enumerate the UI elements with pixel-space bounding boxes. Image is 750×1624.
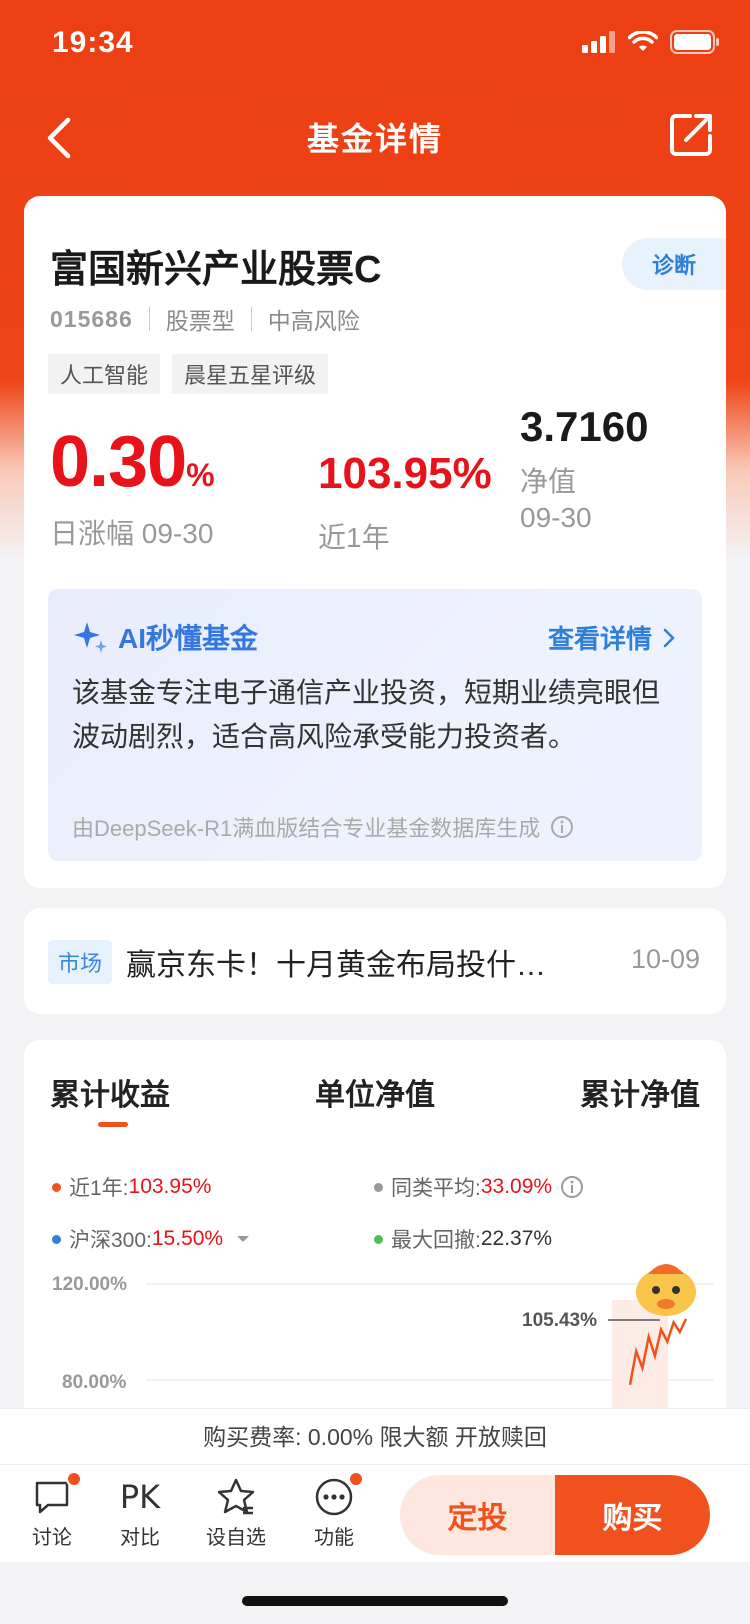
bottom-toolbar: 讨论 PK 对比 设自选 功能 定投 购买 <box>0 1464 750 1562</box>
buy-button[interactable]: 购买 <box>555 1475 710 1555</box>
nav-bar: 基金详情 <box>0 90 750 186</box>
fund-risk: 中高风险 <box>267 308 360 334</box>
sparkle-icon <box>74 622 107 653</box>
legend-max-drawdown: 最大回撤: 22.37% <box>374 1224 552 1254</box>
watchlist-label: 设自选 <box>206 1527 266 1549</box>
legend-dot <box>52 1182 61 1192</box>
legend-peer-average: 同类平均: 33.09% <box>374 1172 584 1202</box>
nav-value: 3.7160 <box>520 403 649 450</box>
tab-unit-nav[interactable]: 单位净值 <box>315 1070 435 1114</box>
news-headline: 赢京东卡！十月黄金布局投什… <box>126 949 546 982</box>
compare-label: 对比 <box>120 1527 160 1549</box>
year-return-stat: 103.95% 近1年 <box>318 452 492 556</box>
fund-meta: 015686 股票型 中高风险 <box>50 302 360 336</box>
discuss-button[interactable]: 讨论 <box>16 1471 88 1550</box>
return-chart: 120.00% 80.00% 105.43% <box>52 1264 714 1410</box>
y-tick-label: 120.00% <box>52 1274 127 1295</box>
functions-label: 功能 <box>314 1527 354 1549</box>
legend-value: 103.95% <box>128 1175 212 1198</box>
diagnose-button[interactable]: 诊断 <box>622 238 726 290</box>
legend-value: 33.09% <box>480 1175 553 1198</box>
signal-icon <box>582 31 615 53</box>
caret-down-icon <box>237 1236 250 1242</box>
legend-label: 最大回撤: <box>391 1229 481 1252</box>
daily-change-label: 日涨幅 09-30 <box>50 518 214 549</box>
action-buttons: 定投 购买 <box>400 1475 710 1555</box>
notification-dot <box>66 1471 82 1487</box>
legend-dot <box>374 1182 383 1192</box>
add-watchlist-button[interactable]: 设自选 <box>200 1473 272 1550</box>
highlight-area <box>612 1300 668 1410</box>
fund-type: 股票型 <box>165 308 235 334</box>
performance-chart-card: 累计收益 单位净值 累计净值 近1年: 103.95% 同类平均: 33.09%… <box>24 1040 726 1440</box>
ai-title-text: AI秒懂基金 <box>118 623 259 654</box>
battery-icon <box>670 30 719 54</box>
ai-summary-text: 该基金专注电子通信产业投资，短期业绩亮眼但波动剧烈，适合高风险承受能力投资者。 <box>72 677 661 752</box>
share-icon <box>670 114 712 156</box>
news-date: 10-09 <box>630 944 700 974</box>
legend-label: 沪深300: <box>69 1229 152 1252</box>
legend-dot <box>374 1234 383 1244</box>
legend-year: 近1年: 103.95% <box>52 1172 211 1202</box>
tab-cumulative-return[interactable]: 累计收益 <box>50 1070 170 1114</box>
chart-tabs: 累计收益 单位净值 累计净值 <box>50 1070 700 1114</box>
more-icon <box>298 1471 370 1521</box>
ai-more-label: 查看详情 <box>547 624 652 654</box>
info-icon[interactable] <box>560 1175 584 1199</box>
ai-view-details-link[interactable]: 查看详情 <box>548 619 676 656</box>
status-time: 19:34 <box>52 26 134 59</box>
ai-source: 由DeepSeek-R1满血版结合专业基金数据库生成 <box>72 811 574 843</box>
legend-value: 22.37% <box>480 1227 553 1250</box>
status-icons <box>582 30 720 54</box>
page-title: 基金详情 <box>306 121 443 157</box>
home-indicator <box>242 1596 508 1606</box>
legend-value: 15.50% <box>151 1227 224 1250</box>
star-icon <box>200 1473 272 1521</box>
ai-source-text: 由DeepSeek-R1满血版结合专业基金数据库生成 <box>72 816 541 841</box>
legend-csi300[interactable]: 沪深300: 15.50% <box>52 1224 251 1254</box>
compare-button[interactable]: PK 对比 <box>104 1473 176 1550</box>
purchase-fee-bar: 购买费率: 0.00% 限大额 开放赎回 <box>0 1408 750 1464</box>
divider <box>148 307 150 331</box>
mascot-icon <box>636 1264 696 1316</box>
legend-label: 同类平均: <box>391 1177 481 1200</box>
wifi-icon <box>628 31 658 51</box>
daily-change-value: 0.30 <box>50 422 187 502</box>
fund-tags: 人工智能 晨星五星评级 <box>48 354 329 394</box>
daily-change-stat: 0.30% 日涨幅 09-30 <box>50 426 215 552</box>
callout-label: 105.43% <box>522 1310 597 1331</box>
news-card[interactable]: 市场 赢京东卡！十月黄金布局投什… 10-09 <box>24 908 726 1014</box>
info-icon[interactable] <box>550 815 574 839</box>
chevron-right-icon <box>663 628 675 647</box>
more-functions-button[interactable]: 功能 <box>298 1471 370 1550</box>
tag-ai[interactable]: 人工智能 <box>48 354 161 394</box>
legend-dot <box>52 1234 61 1244</box>
active-tab-indicator <box>98 1122 128 1127</box>
chat-icon <box>16 1471 88 1521</box>
year-return-value: 103.95% <box>318 449 492 498</box>
nav-label: 净值 <box>520 466 577 497</box>
share-button[interactable] <box>664 106 720 162</box>
auto-invest-button[interactable]: 定投 <box>400 1475 555 1555</box>
nav-stat: 3.7160 净值 09-30 <box>520 406 648 537</box>
fund-name: 富国新兴产业股票C <box>50 249 382 291</box>
daily-change-unit: % <box>186 457 215 493</box>
year-return-label: 近1年 <box>318 522 390 553</box>
legend-label: 近1年: <box>69 1177 129 1200</box>
fund-code: 015686 <box>50 305 133 332</box>
pk-icon: PK <box>119 1478 161 1516</box>
discuss-label: 讨论 <box>32 1527 72 1549</box>
divider <box>250 307 252 331</box>
tag-rating[interactable]: 晨星五星评级 <box>172 354 329 394</box>
y-tick-label: 80.00% <box>62 1372 127 1393</box>
ai-summary-box[interactable]: AI秒懂基金 查看详情 该基金专注电子通信产业投资，短期业绩亮眼但波动剧烈，适合… <box>48 589 702 861</box>
ai-title: AI秒懂基金 <box>72 617 258 657</box>
tab-cumulative-nav[interactable]: 累计净值 <box>580 1070 700 1114</box>
status-bar: 19:34 <box>0 0 750 90</box>
nav-date: 09-30 <box>520 502 592 534</box>
news-badge: 市场 <box>48 940 113 984</box>
notification-dot <box>348 1471 364 1487</box>
